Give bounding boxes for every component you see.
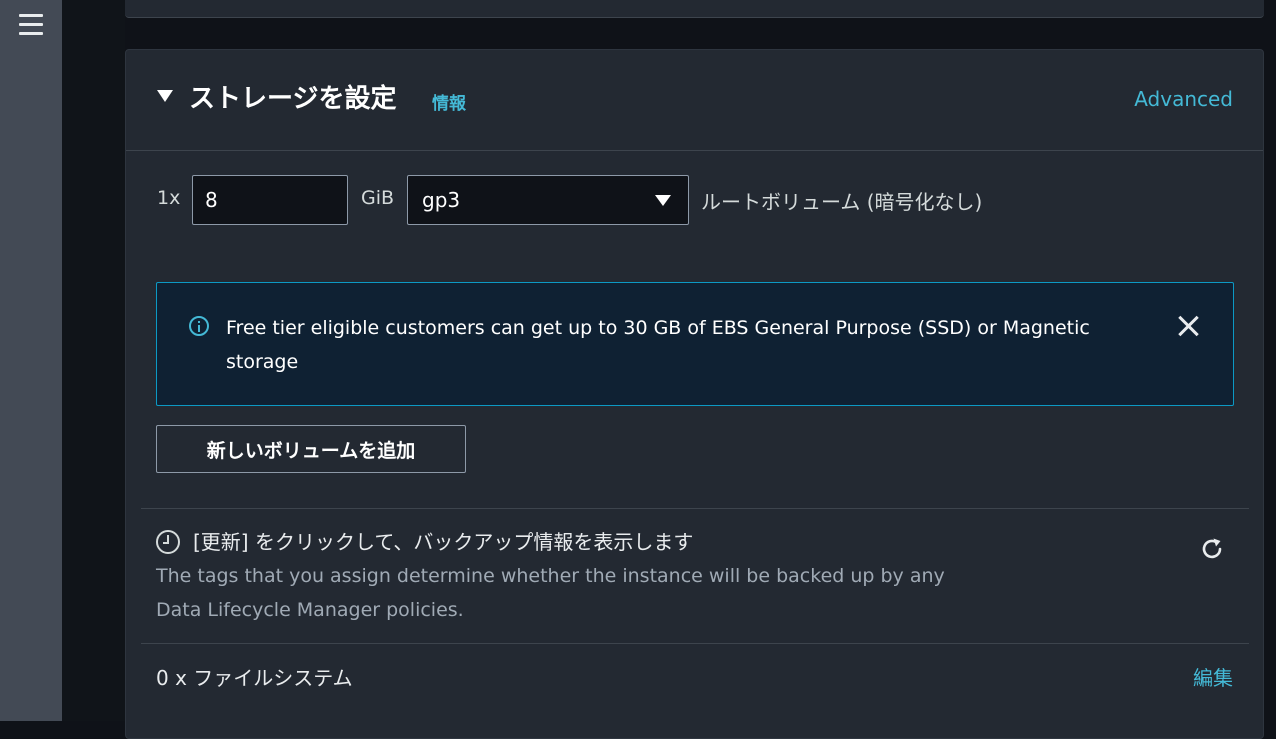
size-unit-label: GiB	[361, 187, 395, 209]
divider	[141, 643, 1249, 644]
alert-message: Free tier eligible customers can get up …	[226, 317, 1090, 373]
clock-icon	[156, 530, 180, 554]
storage-panel-header: ストレージを設定 情報 Advanced	[126, 50, 1263, 151]
add-volume-button[interactable]: 新しいボリュームを追加	[156, 425, 466, 473]
divider	[141, 508, 1249, 509]
page-gutter	[62, 0, 125, 721]
backup-info-description: The tags that you assign determine wheth…	[156, 565, 945, 621]
advanced-link[interactable]: Advanced	[1134, 87, 1233, 111]
hamburger-menu-icon[interactable]	[19, 14, 43, 36]
volume-quantity-label: 1x	[157, 187, 181, 209]
root-volume-description: ルートボリューム (暗号化なし)	[701, 190, 983, 214]
previous-section-card	[125, 0, 1264, 18]
dropdown-arrow-icon	[655, 195, 671, 206]
file-system-count-label: 0 x ファイルシステム	[156, 666, 353, 690]
close-icon[interactable]	[1176, 313, 1200, 337]
info-circle-icon	[189, 316, 209, 336]
left-nav-rail	[0, 0, 62, 721]
volume-type-value: gp3	[422, 188, 461, 212]
free-tier-alert: Free tier eligible customers can get up …	[156, 282, 1234, 406]
backup-info-title: [更新] をクリックして、バックアップ情報を表示します	[193, 530, 694, 554]
info-link[interactable]: 情報	[432, 89, 466, 114]
volume-type-select[interactable]: gp3	[407, 175, 689, 225]
storage-config-panel: ストレージを設定 情報 Advanced 1x GiB gp3 ルートボリューム…	[125, 49, 1264, 739]
section-title: ストレージを設定	[189, 84, 397, 114]
edit-file-systems-link[interactable]: 編集	[1193, 662, 1233, 691]
caret-down-icon[interactable]	[157, 90, 173, 102]
volume-size-input[interactable]	[192, 175, 348, 225]
refresh-icon[interactable]	[1199, 536, 1225, 562]
